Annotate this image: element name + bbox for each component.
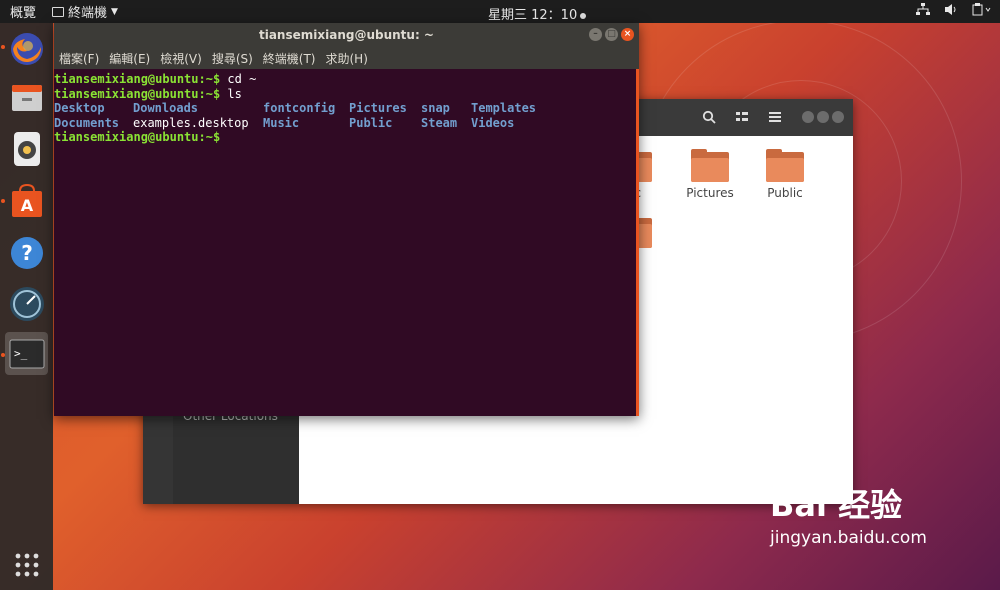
ls-entry: Documents (54, 115, 120, 130)
minimize-button[interactable]: – (589, 28, 602, 41)
prompt: tiansemixiang@ubuntu:~$ (54, 130, 221, 144)
folder-label: Pictures (686, 186, 734, 200)
activities-button[interactable]: 概覽 (0, 2, 46, 21)
terminal-output[interactable]: tiansemixiang@ubuntu:~$ cd ~ tiansemixian… (54, 69, 636, 416)
apps-grid-icon[interactable] (5, 543, 48, 586)
ls-output-row: Documents examples.desktop Music Public Stea… (54, 116, 636, 131)
menu-search[interactable]: 搜尋(S) (212, 50, 253, 67)
search-icon (702, 110, 716, 124)
files-icon[interactable] (5, 76, 48, 119)
terminal-window[interactable]: tiansemixiang@ubuntu: ~ – □ × 檔案(F) 編輯(E… (54, 23, 639, 416)
help-icon[interactable]: ? (5, 231, 48, 274)
clock-label: 星期三 12：10 (488, 8, 578, 23)
watermark: Bai 经验 jingyan.baidu.com (770, 480, 927, 548)
close-button[interactable]: × (621, 28, 634, 41)
prompt: tiansemixiang@ubuntu:~$ (54, 72, 221, 86)
watermark-url: jingyan.baidu.com (770, 528, 927, 548)
firefox-icon[interactable] (5, 27, 48, 70)
menu-help[interactable]: 求助(H) (326, 50, 368, 67)
terminal-titlebar[interactable]: tiansemixiang@ubuntu: ~ – □ × (54, 23, 639, 47)
menu-view[interactable]: 檢視(V) (160, 50, 202, 67)
folder-label: Public (767, 186, 803, 200)
app-menu-label: 終端機 (68, 6, 108, 21)
terminal-small-icon (52, 6, 65, 17)
ls-entry: Public (349, 115, 393, 130)
window-controls: – □ × (589, 28, 634, 41)
rhythmbox-icon[interactable] (5, 127, 48, 170)
folder-pictures[interactable]: Pictures (680, 149, 740, 200)
menu-file[interactable]: 檔案(F) (59, 50, 99, 67)
network-icon[interactable] (916, 3, 930, 16)
terminal-line: tiansemixiang@ubuntu:~$ ls (54, 87, 636, 102)
public-folder-icon (766, 149, 804, 182)
svg-text:A: A (20, 196, 33, 215)
power-icon[interactable] (972, 3, 992, 16)
maximize-button[interactable] (817, 111, 829, 123)
menu-button[interactable] (761, 104, 789, 130)
folder-public[interactable]: Public (755, 149, 815, 200)
ls-entry: examples.desktop (133, 115, 249, 130)
prompt: tiansemixiang@ubuntu:~$ (54, 86, 221, 101)
volume-icon[interactable] (944, 3, 958, 16)
status-icon[interactable] (5, 282, 48, 325)
svg-text:>_: >_ (14, 347, 28, 360)
terminal-title: tiansemixiang@ubuntu: ~ (258, 28, 434, 42)
terminal-menubar: 檔案(F) 編輯(E) 檢視(V) 搜尋(S) 終端機(T) 求助(H) (54, 47, 639, 69)
top-bar: 概覽 終端機 ▼ 星期三 12：10 (0, 0, 1000, 23)
clock[interactable]: 星期三 12：10 (488, 4, 587, 23)
terminal-line: tiansemixiang@ubuntu:~$ cd ~ (54, 72, 636, 87)
ls-entry: snap (421, 101, 450, 115)
maximize-button[interactable]: □ (605, 28, 618, 41)
ls-entry: Videos (471, 115, 515, 130)
ls-entry: Music (263, 115, 300, 130)
search-button[interactable] (695, 104, 723, 130)
ls-entry: fontconfig (263, 101, 336, 115)
ls-entry: Steam (421, 115, 458, 130)
chevron-down-icon: ▼ (111, 6, 118, 17)
menu-edit[interactable]: 編輯(E) (109, 50, 150, 67)
notification-dot (580, 12, 587, 19)
terminal-icon[interactable]: >_ (5, 332, 48, 375)
view-toggle-button[interactable] (728, 104, 756, 130)
close-button[interactable] (832, 111, 844, 123)
system-tray[interactable] (916, 3, 992, 16)
list-view-icon (736, 112, 748, 121)
menu-terminal[interactable]: 終端機(T) (263, 50, 316, 67)
terminal-scroll-edge (636, 69, 639, 416)
hamburger-icon (769, 112, 781, 122)
ls-entry: Pictures (349, 101, 407, 115)
ls-entry: Downloads (133, 101, 199, 115)
pictures-folder-icon (691, 149, 729, 182)
ls-output-row: Desktop Downloads fontconfig Pictures snap Te… (54, 101, 636, 116)
dock: A ? >_ (0, 23, 53, 590)
svg-text:?: ? (21, 241, 33, 265)
app-menu[interactable]: 終端機 ▼ (46, 2, 124, 21)
ls-entry: Desktop (54, 101, 105, 115)
watermark-logo: Bai 经验 (770, 486, 903, 524)
software-center-icon[interactable]: A (5, 179, 48, 222)
terminal-line: tiansemixiang@ubuntu:~$ (54, 130, 636, 145)
ls-entry: Templates (471, 101, 537, 115)
minimize-button[interactable] (802, 111, 814, 123)
command: cd ~ (220, 72, 257, 86)
command: ls (220, 86, 242, 101)
